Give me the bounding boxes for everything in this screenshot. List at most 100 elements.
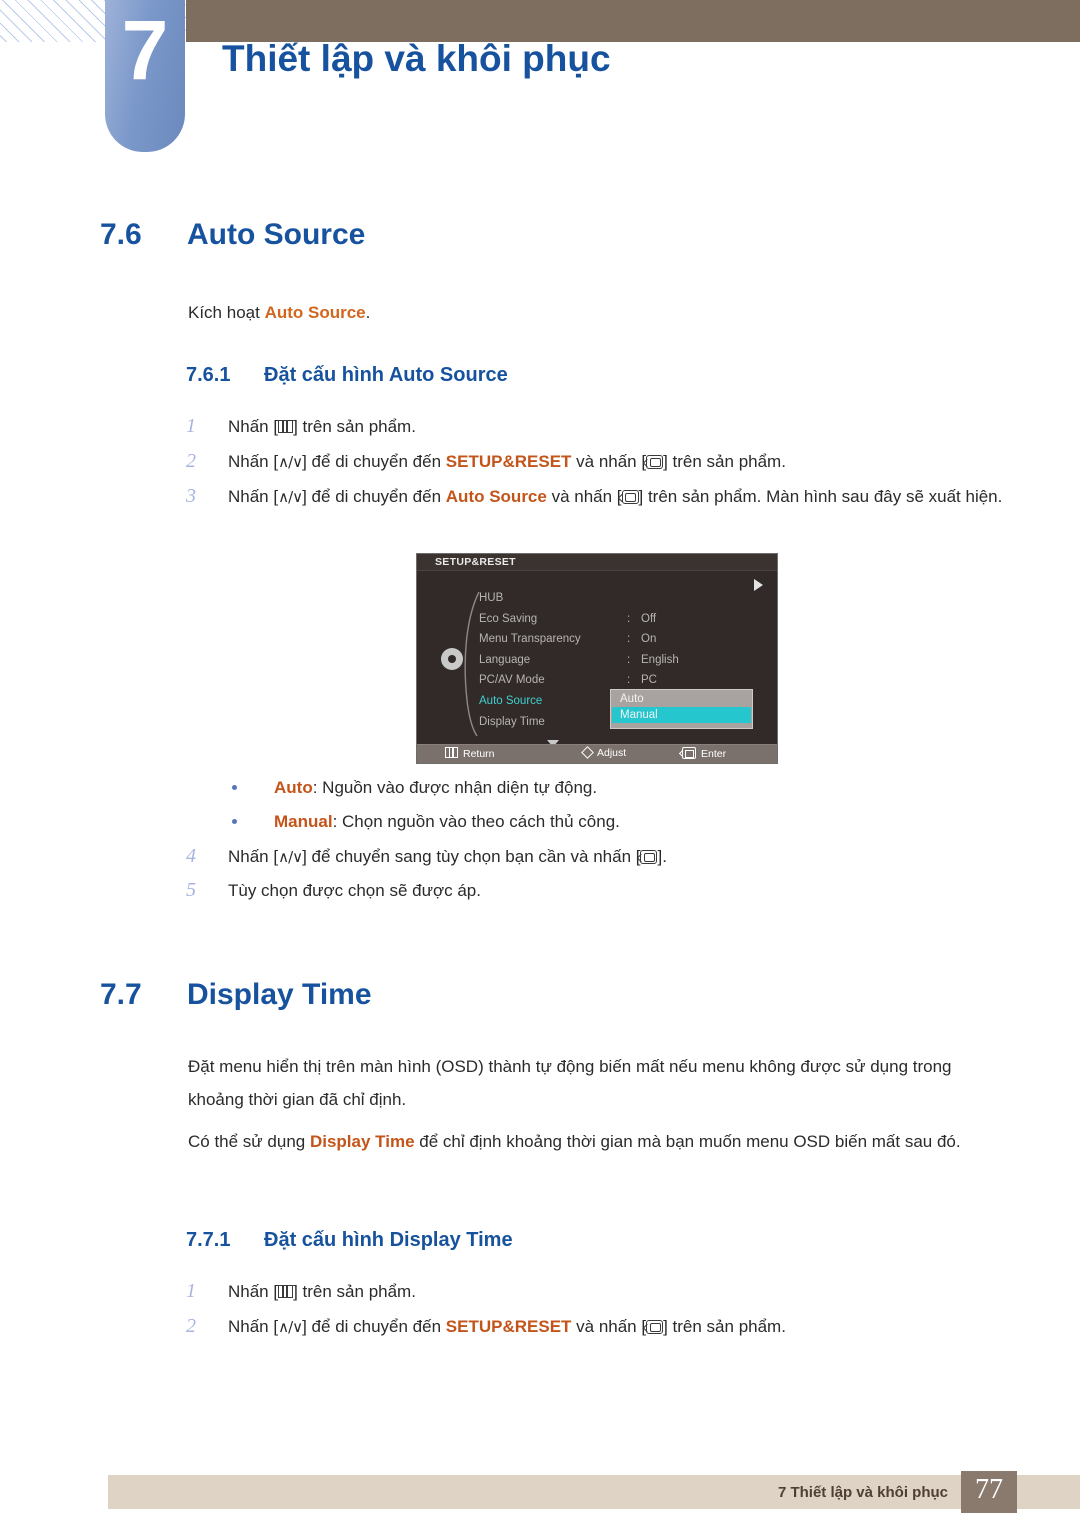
- subsection-number-7-7-1: 7.7.1: [186, 1229, 231, 1251]
- step-number: 2: [186, 450, 196, 472]
- up-down-key-icon: ∧/∨: [278, 848, 303, 866]
- step-keyword: Auto Source: [445, 487, 547, 506]
- osd-title-bar: SETUP&RESET: [417, 554, 777, 571]
- step-number: 1: [186, 415, 196, 437]
- enter-key-icon: [646, 455, 664, 469]
- step-item: 2 Nhấn [∧/∨] để di chuyển đến SETUP&RESE…: [186, 445, 1016, 479]
- step-text: Nhấn [∧/∨] để di chuyển đến SETUP&RESET …: [228, 1310, 1016, 1344]
- bullet-dot: [232, 819, 237, 824]
- intro-keyword: Auto Source: [264, 303, 366, 322]
- step-text-pre: Nhấn [: [228, 1282, 279, 1301]
- step-text: Nhấn [∧/∨] để di chuyển đến SETUP&RESET …: [228, 445, 1016, 479]
- bullet-item-auto: Auto: Nguồn vào được nhận diện tự động.: [232, 774, 597, 802]
- bullet-dot: [232, 785, 237, 790]
- step-keyword: SETUP&RESET: [445, 452, 572, 471]
- osd-hint-adjust-label: Adjust: [597, 747, 627, 759]
- step-text-mid2: và nhấn [: [571, 1317, 647, 1336]
- step-text-mid: ] để di chuyển đến: [302, 452, 446, 471]
- subsection-number-7-6-1: 7.6.1: [186, 364, 231, 386]
- section-number-7-6: 7.6: [100, 218, 142, 251]
- chapter-number-badge: 7: [105, 0, 185, 152]
- step-number: 4: [186, 845, 196, 867]
- paragraph-text-post: để chỉ định khoảng thời gian mà bạn muốn…: [414, 1132, 961, 1151]
- subsection-heading-7-6-1: 7.6.1 Đặt cấu hình Auto Source: [186, 364, 508, 387]
- bullet-description: : Chọn nguồn vào theo cách thủ công.: [332, 812, 620, 831]
- menu-key-icon: [278, 1285, 294, 1298]
- osd-submenu-option-auto[interactable]: Auto: [612, 691, 751, 707]
- intro-text-after: .: [365, 303, 371, 322]
- enter-key-icon: [682, 747, 696, 759]
- section-number-7-7: 7.7: [100, 978, 142, 1011]
- osd-hint-return-label: Return: [463, 748, 495, 760]
- osd-submenu-auto-source: Auto Manual: [610, 689, 753, 729]
- step-number: 1: [186, 1280, 196, 1302]
- step-text: Nhấn [∧/∨] để chuyển sang tùy chọn bạn c…: [228, 840, 1016, 874]
- step-text-mid: ] để chuyển sang tùy chọn bạn cần và nhấ…: [302, 847, 641, 866]
- osd-row-label: PC/AV Mode: [479, 674, 545, 687]
- step-text: Nhấn [ ] trên sản phẩm.: [228, 1275, 1016, 1308]
- paragraph-keyword: Display Time: [309, 1132, 415, 1151]
- step-text: Nhấn [ ] trên sản phẩm.: [228, 410, 1016, 443]
- osd-row-colon: :: [627, 653, 631, 666]
- osd-row-colon: :: [627, 674, 631, 687]
- intro-text-before: Kích hoạt: [188, 303, 265, 322]
- step-item: 2 Nhấn [∧/∨] để di chuyển đến SETUP&RESE…: [186, 1310, 1016, 1344]
- up-down-key-icon: ∧/∨: [278, 488, 303, 506]
- osd-title: SETUP&RESET: [435, 556, 516, 568]
- header-brown-bar: [186, 0, 1080, 42]
- osd-gear-icon: [441, 648, 463, 670]
- osd-next-arrow-icon: [754, 579, 763, 591]
- osd-row-label: Eco Saving: [479, 612, 538, 625]
- osd-hint-return: Return: [445, 747, 495, 760]
- paragraph-7-7-1: Đặt menu hiển thị trên màn hình (OSD) th…: [188, 1057, 952, 1109]
- step-item: 1 Nhấn [ ] trên sản phẩm.: [186, 1275, 1016, 1308]
- step-text-pre: Nhấn [: [228, 452, 279, 471]
- osd-row-label: Auto Source: [479, 694, 543, 707]
- step-text-mid: ] để di chuyển đến: [302, 1317, 446, 1336]
- enter-key-icon: [646, 1320, 664, 1334]
- subsection-title-7-6-1: Đặt cấu hình Auto Source: [264, 364, 508, 386]
- section-heading-7-6: 7.6 Auto Source: [100, 218, 365, 252]
- paragraph-7-7-2: Có thể sử dụng Display Time để chỉ định …: [188, 1125, 1010, 1158]
- chapter-title: Thiết lập và khôi phục: [222, 38, 611, 79]
- osd-row-label: Language: [479, 653, 531, 666]
- step-item: 1 Nhấn [ ] trên sản phẩm.: [186, 410, 1016, 443]
- step-text-mid2: và nhấn [: [546, 487, 622, 506]
- step-number: 2: [186, 1315, 196, 1337]
- step-text-pre: Nhấn [: [228, 487, 279, 506]
- menu-key-icon: [278, 420, 294, 433]
- osd-row-value: On: [641, 633, 657, 646]
- osd-submenu-option-manual[interactable]: Manual: [612, 707, 751, 723]
- osd-row-label: HUB: [479, 592, 504, 604]
- step-text-post: ] trên sản phẩm.: [293, 1282, 416, 1301]
- section-title-7-6: Auto Source: [187, 218, 366, 251]
- step-keyword: SETUP&RESET: [445, 1317, 572, 1336]
- step-number: 5: [186, 879, 196, 901]
- step-text-post: ] trên sản phẩm.: [293, 417, 416, 436]
- paragraph-text-pre: Có thể sử dụng: [188, 1132, 310, 1151]
- bullet-text: Auto: Nguồn vào được nhận diện tự động.: [274, 774, 597, 802]
- chapter-number: 7: [121, 3, 169, 97]
- step-number: 3: [186, 485, 196, 507]
- step-text-pre: Nhấn [: [228, 1317, 279, 1336]
- step-text-post: ].: [657, 847, 667, 866]
- bullet-description: : Nguồn vào được nhận diện tự động.: [312, 778, 598, 797]
- enter-key-icon: [621, 490, 639, 504]
- bullet-keyword: Auto: [274, 778, 313, 797]
- adjust-diamond-icon: [581, 746, 594, 759]
- section-title-7-7: Display Time: [187, 978, 372, 1011]
- step-text-mid: ] để di chuyển đến: [302, 487, 446, 506]
- step-item: 4 Nhấn [∧/∨] để chuyển sang tùy chọn bạn…: [186, 840, 1016, 874]
- osd-hint-enter: Enter: [682, 747, 726, 760]
- osd-menu-screenshot: SETUP&RESET HUB Eco Saving : Off Menu Tr…: [416, 553, 778, 764]
- subsection-heading-7-7-1: 7.7.1 Đặt cấu hình Display Time: [186, 1229, 513, 1252]
- step-text-post: ] trên sản phẩm. Màn hình sau đây sẽ xuấ…: [638, 487, 1003, 506]
- section-heading-7-7: 7.7 Display Time: [100, 978, 372, 1012]
- footer-page-box: 77: [961, 1471, 1017, 1513]
- step-text: Tùy chọn được chọn sẽ được áp.: [228, 881, 481, 900]
- page-number: 77: [975, 1474, 1003, 1505]
- step-text-pre: Nhấn [: [228, 417, 279, 436]
- step-item: 5 Tùy chọn được chọn sẽ được áp.: [186, 874, 1016, 907]
- up-down-key-icon: ∧/∨: [278, 1318, 303, 1336]
- bullet-item-manual: Manual: Chọn nguồn vào theo cách thủ côn…: [232, 808, 620, 836]
